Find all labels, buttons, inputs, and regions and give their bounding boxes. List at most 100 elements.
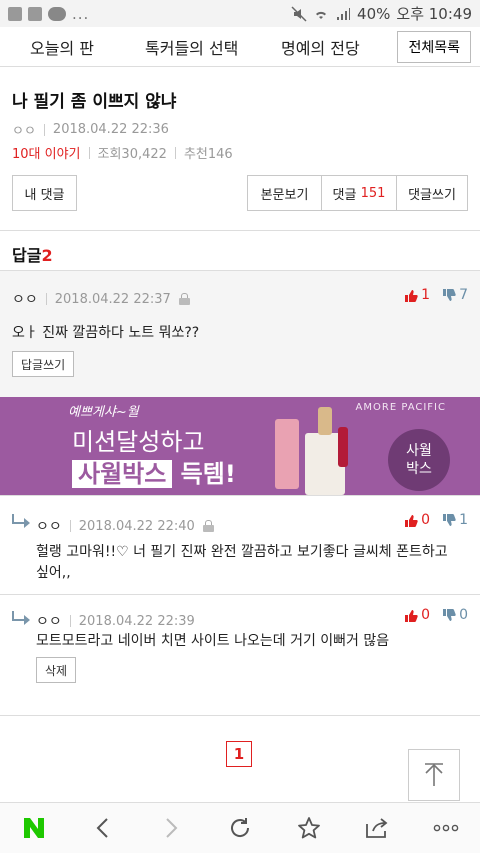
lock-icon xyxy=(178,293,190,305)
banner-highlight: 사월박스 xyxy=(72,460,173,488)
tab-hall-of-fame[interactable]: 명예의 전당 xyxy=(281,35,360,59)
naver-logo-icon xyxy=(24,818,45,838)
upvote-button[interactable]: 0 xyxy=(404,607,430,623)
view-body-button[interactable]: 본문보기 xyxy=(247,175,321,211)
product-image xyxy=(275,419,299,489)
chevron-right-icon xyxy=(166,818,178,838)
comment-author[interactable]: ㅇㅇ xyxy=(12,289,38,309)
chevron-left-icon xyxy=(96,818,108,838)
divider xyxy=(43,123,45,136)
reply-arrow-icon xyxy=(12,514,30,528)
kakaotalk-icon xyxy=(48,6,66,21)
product-image xyxy=(318,407,332,435)
wifi-icon xyxy=(316,11,327,19)
delete-button[interactable]: 삭제 xyxy=(36,657,77,683)
signal-icon xyxy=(337,7,351,20)
more-dots-icon xyxy=(433,824,458,832)
clock: 오후 10:49 xyxy=(396,5,472,23)
banner-badge: 사월 박스 xyxy=(388,429,450,491)
share-icon xyxy=(366,818,388,838)
notification-icon xyxy=(8,6,22,21)
reply-label: 답글 xyxy=(12,246,42,265)
banner-badge-text: 사월 박스 xyxy=(406,443,432,477)
back-button[interactable] xyxy=(83,808,123,848)
divider xyxy=(45,293,47,305)
banner-subheadline: 사월박스 득템! xyxy=(72,454,236,489)
reply-count: 2 xyxy=(41,246,53,265)
more-notifications: ... xyxy=(72,4,90,23)
refresh-button[interactable] xyxy=(220,808,260,848)
downvote-button[interactable]: 1 xyxy=(442,512,468,528)
reply-write-button[interactable]: 답글쓰기 xyxy=(12,351,75,377)
tab-today[interactable]: 오늘의 판 xyxy=(30,35,94,59)
thumbs-up-icon xyxy=(405,289,418,302)
comment-author[interactable]: ㅇㅇ xyxy=(36,611,62,631)
scroll-to-top-button[interactable] xyxy=(408,749,460,801)
divider xyxy=(88,146,90,159)
comment-date: 2018.04.22 22:39 xyxy=(78,613,195,629)
lock-icon xyxy=(202,520,214,532)
post-title: 나 필기 좀 이쁘지 않냐 xyxy=(12,92,177,112)
downvote-count: 0 xyxy=(459,607,468,623)
comment-body: 오ㅏ 진짜 깔끔하다 노트 뭐쏘?? xyxy=(12,325,200,341)
forward-button[interactable] xyxy=(151,808,191,848)
thumbs-down-icon xyxy=(443,288,456,301)
full-list-button[interactable]: 전체목록 xyxy=(397,31,471,63)
post-recommend: 추천146 xyxy=(183,147,233,162)
reply-count-heading: 답글2 xyxy=(12,242,53,266)
thumbs-down-icon xyxy=(443,608,456,621)
divider xyxy=(69,615,71,627)
comment-body: 헐랭 고마워!!♡ 너 필기 진짜 완전 깔끔하고 보기좋다 글씨체 폰트하고 … xyxy=(36,544,448,581)
naver-home-button[interactable] xyxy=(14,808,54,848)
comment-date: 2018.04.22 22:40 xyxy=(78,518,195,534)
post-date: 2018.04.22 22:36 xyxy=(52,122,169,137)
tab-talkers-choice[interactable]: 톡커들의 선택 xyxy=(145,35,238,59)
refresh-icon xyxy=(230,818,249,837)
post-author[interactable]: ㅇㅇ xyxy=(12,120,36,139)
upvote-button[interactable]: 1 xyxy=(404,287,430,303)
bookmark-button[interactable] xyxy=(289,808,329,848)
upvote-button[interactable]: 0 xyxy=(404,512,430,528)
post-header: 나 필기 좀 이쁘지 않냐 ㅇㅇ 2018.04.22 22:36 10대 이야… xyxy=(12,87,468,162)
banner-brand: 예쁘게샤~월 xyxy=(68,405,139,420)
share-button[interactable] xyxy=(357,808,397,848)
ad-banner[interactable]: 예쁘게샤~월 AMORE PACIFIC 미션달성하고 사월박스 득템! 사월 … xyxy=(0,397,480,495)
banner-subheadline-rest: 득템! xyxy=(172,460,236,488)
downvote-button[interactable]: 7 xyxy=(442,287,468,303)
thumbs-up-icon xyxy=(405,514,418,527)
gallery-icon xyxy=(28,6,42,21)
thumbs-down-icon xyxy=(443,513,456,526)
comment-author[interactable]: ㅇㅇ xyxy=(36,516,62,536)
reply-arrow-icon xyxy=(12,611,30,625)
comments-button[interactable]: 댓글 151 xyxy=(321,175,396,211)
page-number-current[interactable]: 1 xyxy=(226,741,252,767)
post-category[interactable]: 10대 이야기 xyxy=(12,143,81,162)
divider xyxy=(0,715,480,716)
mute-icon xyxy=(291,5,307,22)
comment-count: 151 xyxy=(360,185,386,201)
banner-headline: 미션달성하고 xyxy=(72,428,205,456)
downvote-button[interactable]: 0 xyxy=(442,607,468,623)
divider xyxy=(0,230,480,231)
post-button-row: 내 댓글 본문보기 댓글 151 댓글쓰기 xyxy=(12,175,468,213)
arrow-up-icon xyxy=(425,763,443,786)
my-comments-button[interactable]: 내 댓글 xyxy=(12,175,77,211)
write-comment-button[interactable]: 댓글쓰기 xyxy=(396,175,468,211)
more-menu-button[interactable] xyxy=(426,808,466,848)
upvote-count: 0 xyxy=(421,607,431,623)
upvote-count: 1 xyxy=(421,287,431,303)
product-image xyxy=(338,427,348,467)
comment-date: 2018.04.22 22:37 xyxy=(54,291,171,307)
top-nav: 오늘의 판 톡커들의 선택 명예의 전당 전체목록 xyxy=(0,27,480,67)
comment-item: ㅇㅇ 2018.04.22 22:37 1 7 오ㅏ 진짜 깔끔하다 노트 뭐쏘… xyxy=(0,271,480,397)
upvote-count: 0 xyxy=(421,512,431,528)
battery-level: 40% xyxy=(357,4,391,23)
banner-company: AMORE PACIFIC xyxy=(355,402,446,413)
divider xyxy=(174,146,176,159)
star-icon xyxy=(297,817,320,839)
browser-toolbar xyxy=(0,802,480,853)
comments-label: 댓글 xyxy=(332,187,357,203)
divider xyxy=(69,520,71,532)
status-bar: ... 40% 오후 10:49 xyxy=(0,0,480,27)
post-views: 조회30,422 xyxy=(97,147,167,162)
